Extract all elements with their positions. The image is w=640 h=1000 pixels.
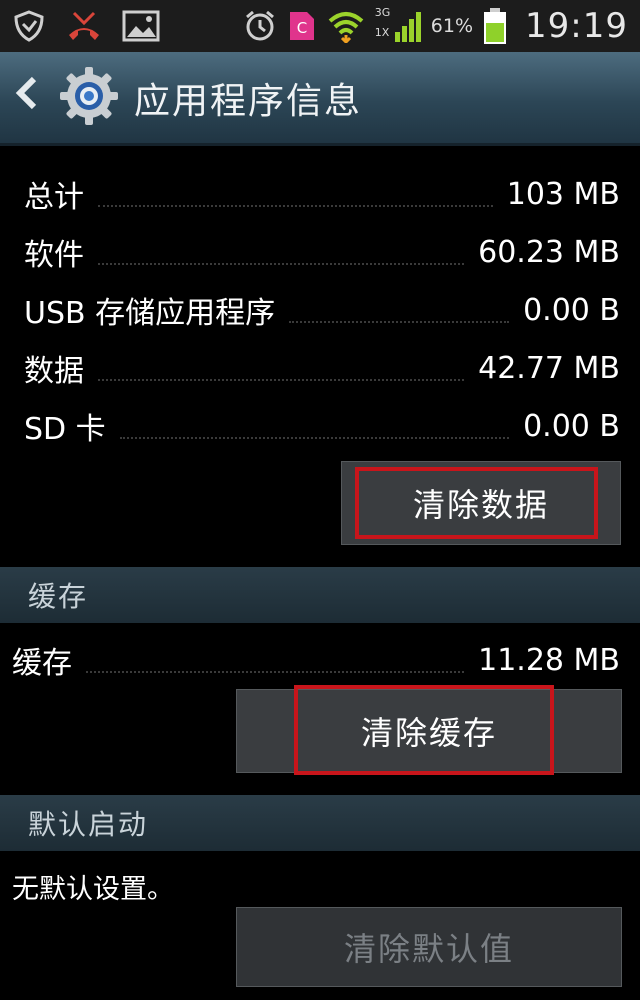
default-launch-section-header: 默认启动 [0, 795, 640, 851]
row-divider [98, 181, 493, 207]
status-clock: 19:19 [525, 6, 628, 46]
battery-icon [483, 7, 507, 45]
cache-value: 11.28 MB [478, 642, 620, 678]
battery-percent: 61% [430, 15, 474, 37]
storage-value: 0.00 B [523, 292, 620, 328]
settings-gear-icon[interactable] [58, 65, 120, 131]
status-bar: C 3G 1X 61% 19:19 [0, 0, 640, 52]
app-info-content[interactable]: 总计 103 MB 软件 60.23 MB USB 存储应用程序 0.00 B … [0, 149, 640, 1000]
clear-cache-button[interactable]: 清除缓存 [236, 689, 622, 773]
storage-label: 软件 [24, 238, 84, 273]
clear-data-button[interactable]: 清除数据 [341, 461, 621, 545]
missed-call-icon [64, 9, 104, 43]
storage-value: 42.77 MB [478, 350, 620, 386]
cache-section-header: 缓存 [0, 567, 640, 623]
row-divider [289, 297, 510, 323]
row-divider [86, 647, 465, 673]
row-divider [119, 413, 510, 439]
cache-row: 缓存 11.28 MB [12, 635, 620, 685]
storage-label: 总计 [24, 180, 84, 215]
network-type-top: 3G [374, 6, 391, 19]
no-defaults-text: 无默认设置。 [12, 874, 174, 905]
storage-value: 60.23 MB [478, 234, 620, 270]
svg-text:C: C [297, 19, 307, 37]
storage-label: 数据 [24, 354, 84, 389]
storage-row-data: 数据 42.77 MB [24, 343, 620, 393]
signal-icon: 3G 1X [374, 6, 421, 44]
alarm-icon [243, 9, 277, 43]
cache-label: 缓存 [12, 646, 72, 681]
app-c-icon: C [287, 9, 317, 43]
storage-label: SD 卡 [24, 412, 106, 447]
storage-value: 0.00 B [523, 408, 620, 444]
storage-row-sd: SD 卡 0.00 B [24, 401, 620, 451]
storage-row-usb: USB 存储应用程序 0.00 B [24, 285, 620, 335]
wifi-icon [327, 9, 365, 43]
image-icon [122, 10, 160, 42]
storage-row-total: 总计 103 MB [24, 169, 620, 219]
storage-value: 103 MB [506, 176, 620, 212]
chevron-left-icon[interactable] [14, 73, 50, 123]
network-type-bottom: 1X [374, 26, 390, 39]
page-title: 应用程序信息 [134, 80, 363, 122]
clear-defaults-button[interactable]: 清除默认值 [236, 907, 622, 987]
action-bar: 应用程序信息 [0, 52, 640, 146]
row-divider [98, 239, 465, 265]
storage-row-app: 软件 60.23 MB [24, 227, 620, 277]
shield-icon [12, 9, 46, 43]
storage-label: USB 存储应用程序 [24, 296, 276, 331]
row-divider [98, 355, 465, 381]
